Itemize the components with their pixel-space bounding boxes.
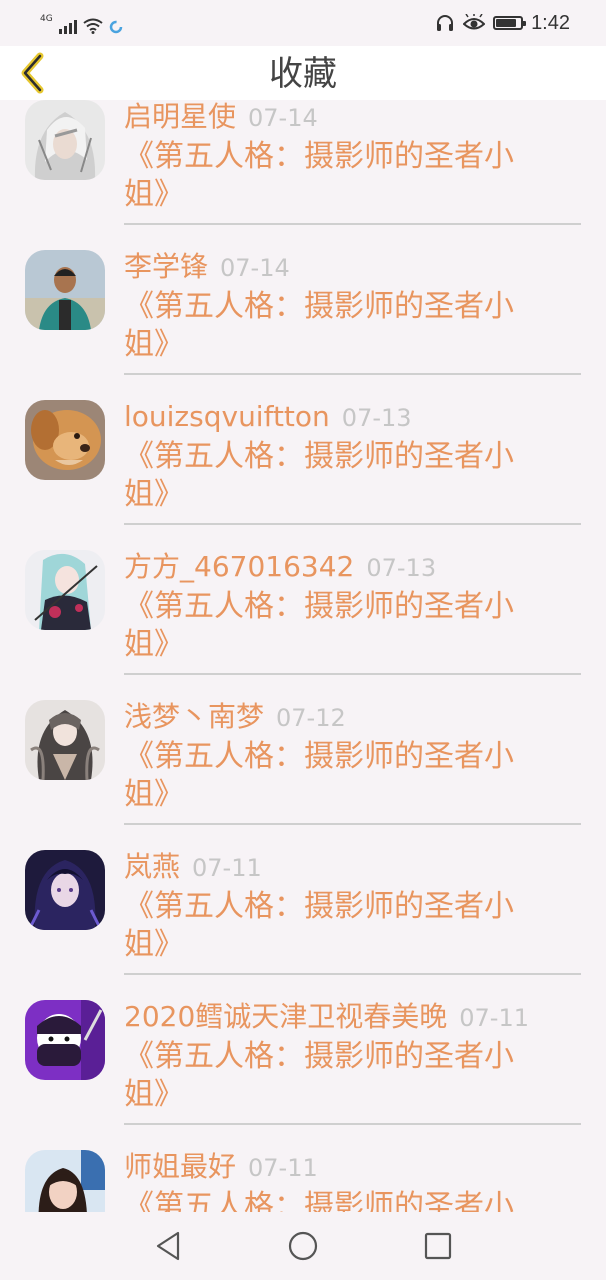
- loading-icon: [109, 20, 122, 34]
- eye-icon: [463, 14, 486, 30]
- nav-home-icon[interactable]: [285, 1228, 321, 1264]
- username[interactable]: 李学锋 07-14: [124, 250, 290, 285]
- signal-icon: [58, 18, 77, 34]
- username[interactable]: 岚燕 07-11: [124, 850, 262, 885]
- divider: [124, 373, 581, 375]
- username-text: louizsqvuiftton: [124, 400, 330, 433]
- date: 07-13: [366, 554, 437, 582]
- avatar[interactable]: [25, 400, 105, 480]
- puppy-avatar: [25, 400, 105, 480]
- username-text: 方方_467016342: [124, 550, 355, 583]
- status-bar-right: 1:42: [435, 10, 570, 36]
- divider: [124, 223, 581, 225]
- list-item[interactable]: 岚燕 07-11 《第五人格：摄影师的圣者小姐》: [0, 838, 606, 988]
- username[interactable]: 浅梦丶南梦 07-12: [124, 700, 346, 735]
- post-title[interactable]: 《第五人格：摄影师的圣者小姐》: [124, 1038, 544, 1114]
- navigation-bar: [0, 1212, 606, 1280]
- page-title: 收藏: [269, 54, 337, 94]
- anime-white-hair-avatar: [25, 100, 105, 180]
- cartoon-ninja-avatar: [25, 1000, 105, 1080]
- woman-photo-avatar: [25, 1150, 105, 1212]
- date: 07-11: [459, 1004, 530, 1032]
- list-item[interactable]: 师姐最好 07-11 《第五人格：摄影师的圣者小姐》: [0, 1138, 606, 1212]
- wifi-icon: [83, 18, 103, 34]
- avatar[interactable]: [25, 1150, 105, 1212]
- headphones-icon: [437, 15, 454, 31]
- post-title[interactable]: 《第五人格：摄影师的圣者小姐》: [124, 738, 544, 814]
- username-text: 启明星使: [124, 100, 237, 133]
- battery-icon: [493, 16, 527, 30]
- date: 07-14: [220, 254, 290, 282]
- date: 07-11: [192, 854, 262, 882]
- avatar[interactable]: [25, 100, 105, 180]
- divider: [124, 673, 581, 675]
- username-text: 浅梦丶南梦: [124, 700, 265, 733]
- post-title[interactable]: 《第五人格：摄影师的圣者小姐》: [124, 888, 544, 964]
- username-text: 李学锋: [124, 250, 209, 283]
- network-type: 4G: [40, 14, 53, 24]
- list-item[interactable]: 2020鳕诚天津卫视春美晚 07-11 《第五人格：摄影师的圣者小姐》: [0, 988, 606, 1138]
- divider: [124, 523, 581, 525]
- divider: [124, 973, 581, 975]
- username-text: 岚燕: [124, 850, 181, 883]
- post-title[interactable]: 《第五人格：摄影师的圣者小姐》: [124, 138, 544, 214]
- nav-back-icon[interactable]: [151, 1228, 187, 1264]
- username[interactable]: 2020鳕诚天津卫视春美晚 07-11: [124, 1000, 529, 1035]
- list-item[interactable]: louizsqvuiftton 07-13 《第五人格：摄影师的圣者小姐》: [0, 388, 606, 538]
- anime-girl-teal-avatar: [25, 550, 105, 630]
- avatar[interactable]: [25, 700, 105, 780]
- post-title[interactable]: 《第五人格：摄影师的圣者小姐》: [124, 438, 544, 514]
- post-title[interactable]: 《第五人格：摄影师的圣者小姐》: [124, 288, 544, 364]
- username-text: 2020鳕诚天津卫视春美晚: [124, 1000, 448, 1033]
- avatar[interactable]: [25, 550, 105, 630]
- clock: 1:42: [531, 11, 570, 34]
- date: 07-11: [248, 1154, 318, 1182]
- divider: [124, 823, 581, 825]
- anime-girl-dark-avatar: [25, 700, 105, 780]
- list-item[interactable]: 启明星使 07-14 《第五人格：摄影师的圣者小姐》: [0, 100, 606, 238]
- favorites-list-inner: 启明星使 07-14 《第五人格：摄影师的圣者小姐》 李学锋 07-14 《第五人格：摄影…: [0, 100, 606, 1212]
- list-item[interactable]: 方方_467016342 07-13 《第五人格：摄影师的圣者小姐》: [0, 538, 606, 688]
- status-bar-left: 4G: [40, 12, 123, 34]
- avatar[interactable]: [25, 250, 105, 330]
- username-text: 师姐最好: [124, 1150, 237, 1183]
- date: 07-14: [248, 104, 318, 132]
- boy-photo-avatar: [25, 250, 105, 330]
- list-item[interactable]: 浅梦丶南梦 07-12 《第五人格：摄影师的圣者小姐》: [0, 688, 606, 838]
- divider: [124, 1123, 581, 1125]
- username[interactable]: 启明星使 07-14: [124, 100, 318, 135]
- post-title[interactable]: 《第五人格：摄影师的圣者小姐》: [124, 588, 544, 664]
- status-bar: 4G 1:42: [0, 0, 606, 46]
- post-title[interactable]: 《第五人格：摄影师的圣者小姐》: [124, 1188, 544, 1212]
- favorites-list[interactable]: 启明星使 07-14 《第五人格：摄影师的圣者小姐》 李学锋 07-14 《第五人格：摄影…: [0, 100, 606, 1212]
- date: 07-12: [276, 704, 346, 732]
- date: 07-13: [341, 404, 412, 432]
- avatar[interactable]: [25, 850, 105, 930]
- header: 收藏: [0, 46, 606, 100]
- list-item[interactable]: 李学锋 07-14 《第五人格：摄影师的圣者小姐》: [0, 238, 606, 388]
- username[interactable]: 方方_467016342 07-13: [124, 550, 436, 585]
- nav-recents-icon[interactable]: [420, 1228, 456, 1264]
- username[interactable]: 师姐最好 07-11: [124, 1150, 318, 1185]
- username[interactable]: louizsqvuiftton 07-13: [124, 400, 412, 435]
- avatar[interactable]: [25, 1000, 105, 1080]
- anime-girl-purple-avatar: [25, 850, 105, 930]
